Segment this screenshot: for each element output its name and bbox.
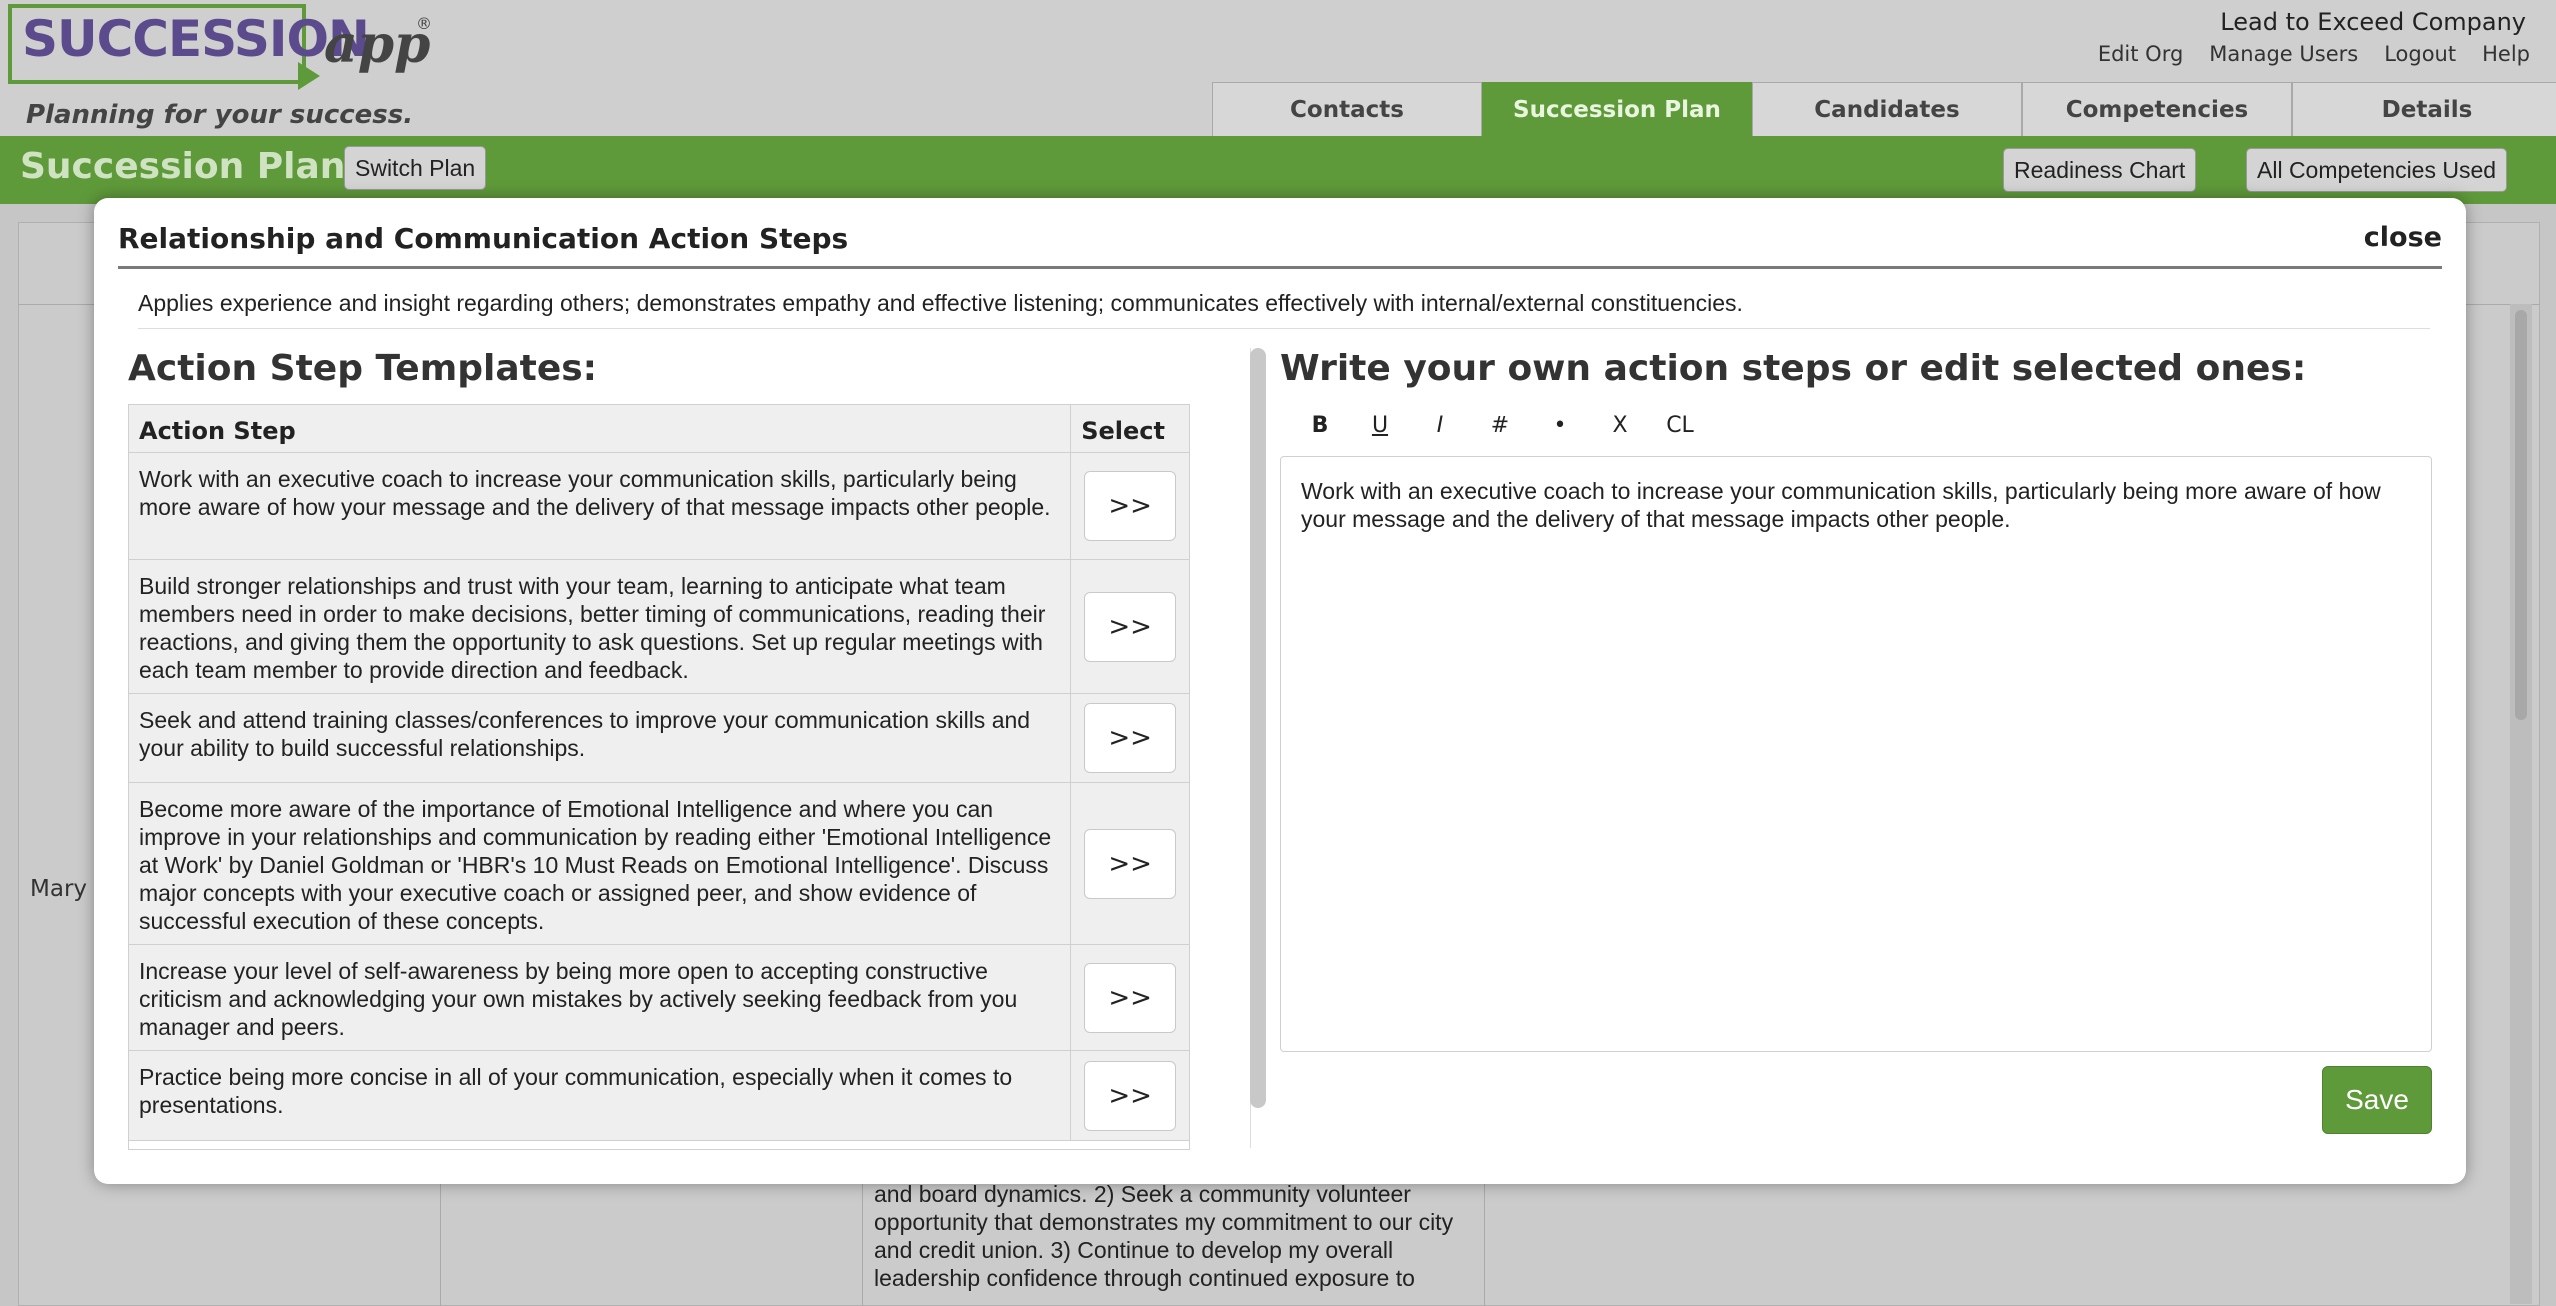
- readiness-chart-button[interactable]: Readiness Chart: [2003, 148, 2197, 192]
- action-step-templates-table: Action Step Select Work with an executiv…: [128, 404, 1190, 1150]
- table-row: Become more aware of the importance of E…: [129, 783, 1189, 945]
- close-button[interactable]: close: [2364, 222, 2442, 253]
- logo-tagline: Planning for your success.: [26, 100, 414, 130]
- company-name: Lead to Exceed Company: [2220, 8, 2526, 36]
- top-header: SUCCESSION app ® Planning for your succe…: [0, 0, 2556, 136]
- competency-description: Applies experience and insight regarding…: [138, 290, 1743, 316]
- select-step-button[interactable]: >>: [1084, 703, 1177, 773]
- action-step-text: Increase your level of self-awareness by…: [129, 945, 1072, 1050]
- logo-text: SUCCESSION: [22, 10, 370, 68]
- tab-details[interactable]: Details: [2292, 82, 2556, 136]
- select-step-button[interactable]: >>: [1084, 962, 1177, 1033]
- clear-format-button[interactable]: X: [1590, 410, 1650, 440]
- page-header-bar: Succession Plan Switch Plan Readiness Ch…: [0, 136, 2556, 204]
- select-step-button[interactable]: >>: [1084, 828, 1177, 899]
- dialog-title: Relationship and Communication Action St…: [118, 222, 849, 255]
- select-step-button[interactable]: >>: [1084, 591, 1177, 662]
- custom-steps-heading: Write your own action steps or edit sele…: [1280, 348, 2307, 389]
- select-step-button[interactable]: >>: [1084, 1060, 1177, 1131]
- account-links: Edit Org Manage Users Logout Help: [2098, 42, 2530, 66]
- table-row: Seek and attend training classes/confere…: [129, 694, 1189, 783]
- templates-heading: Action Step Templates:: [128, 348, 598, 389]
- action-steps-editor[interactable]: Work with an executive coach to increase…: [1280, 456, 2432, 1052]
- table-row: Work with an executive coach to increase…: [129, 453, 1189, 560]
- underline-button[interactable]: U: [1350, 410, 1410, 440]
- table-header: Action Step Select: [129, 405, 1189, 453]
- edit-org-link[interactable]: Edit Org: [2098, 42, 2183, 66]
- page-scrollbar-thumb[interactable]: [2515, 310, 2527, 720]
- manage-users-link[interactable]: Manage Users: [2209, 42, 2358, 66]
- action-step-text: Build stronger relationships and trust w…: [129, 560, 1072, 693]
- table-row: Practice being more concise in all of yo…: [129, 1051, 1189, 1141]
- bold-button[interactable]: B: [1290, 410, 1350, 440]
- tab-competencies[interactable]: Competencies: [2022, 82, 2292, 136]
- editor-toolbar: B U I # • X CL: [1290, 410, 1710, 440]
- logout-link[interactable]: Logout: [2384, 42, 2456, 66]
- action-step-text: Work with an executive coach to increase…: [129, 453, 1072, 559]
- logo-app-text: app: [324, 14, 431, 75]
- switch-plan-button[interactable]: Switch Plan: [344, 146, 487, 190]
- background-action-text: and board dynamics. 2) Seek a community …: [874, 1181, 1454, 1291]
- table-row: Increase your level of self-awareness by…: [129, 945, 1189, 1051]
- numbered-list-button[interactable]: #: [1470, 410, 1530, 440]
- main-tabs: Contacts Succession Plan Candidates Comp…: [1212, 82, 2556, 136]
- tab-candidates[interactable]: Candidates: [1752, 82, 2022, 136]
- logo-registered-mark: ®: [416, 14, 432, 33]
- page-title: Succession Plan: [20, 146, 346, 187]
- clear-list-button[interactable]: CL: [1650, 410, 1710, 440]
- action-step-text: Seek and attend training classes/confere…: [129, 694, 1072, 782]
- save-button[interactable]: Save: [2322, 1066, 2432, 1134]
- column-header-action-step: Action Step: [129, 405, 1072, 452]
- help-link[interactable]: Help: [2482, 42, 2530, 66]
- italic-button[interactable]: I: [1410, 410, 1470, 440]
- succession-app-logo[interactable]: SUCCESSION app ® Planning for your succe…: [8, 4, 432, 130]
- description-divider: [138, 328, 2430, 329]
- bullet-list-button[interactable]: •: [1530, 410, 1590, 440]
- tab-contacts[interactable]: Contacts: [1212, 82, 1482, 136]
- action-step-text: Practice being more concise in all of yo…: [129, 1051, 1072, 1140]
- table-row: Build stronger relationships and trust w…: [129, 560, 1189, 694]
- action-step-text: Become more aware of the importance of E…: [129, 783, 1072, 944]
- column-header-select: Select: [1081, 417, 1165, 445]
- tab-succession-plan[interactable]: Succession Plan: [1482, 82, 1752, 136]
- templates-scrollbar[interactable]: [1250, 348, 1266, 1108]
- all-competencies-button[interactable]: All Competencies Used: [2246, 148, 2508, 192]
- title-divider: [118, 266, 2442, 269]
- select-step-button[interactable]: >>: [1084, 471, 1177, 541]
- background-candidate-name: Mary: [30, 876, 88, 902]
- action-steps-dialog: Relationship and Communication Action St…: [94, 198, 2466, 1184]
